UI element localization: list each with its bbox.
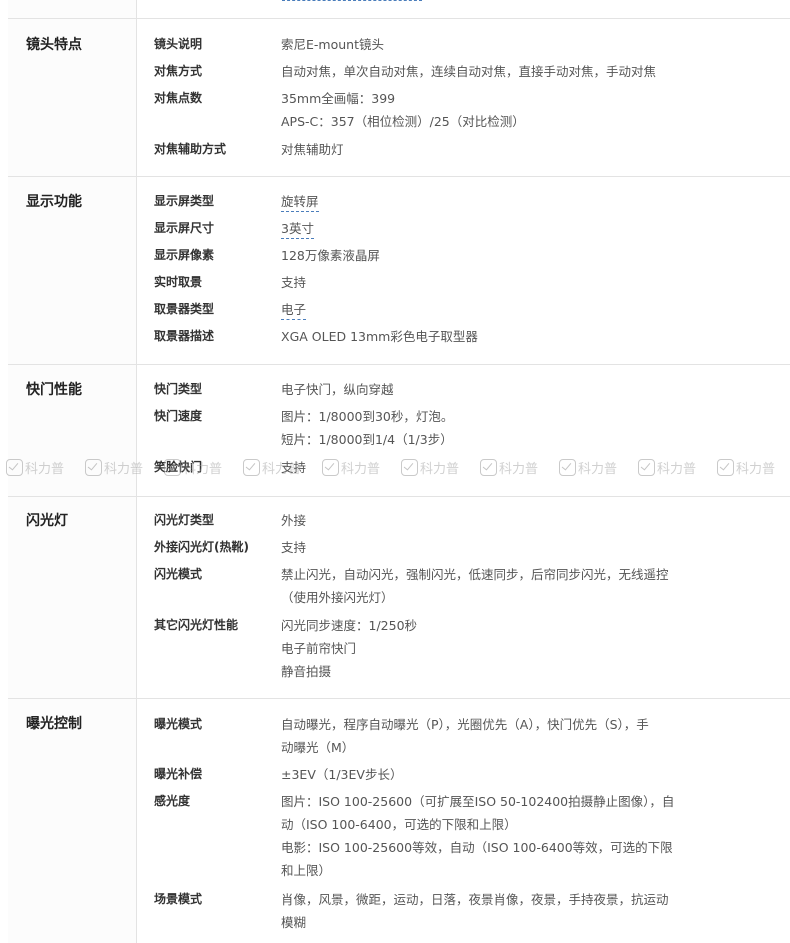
spec-label: 对焦辅助方式 bbox=[154, 142, 227, 156]
section-divider bbox=[8, 176, 790, 177]
spec-value: 禁止闪光，自动闪光，强制闪光，低速同步，后帘同步闪光，无线遥控 （使用外接闪光灯） bbox=[281, 567, 669, 605]
spec-value-link[interactable]: 3英寸 bbox=[281, 219, 314, 239]
section-title: 曝光控制 bbox=[26, 716, 82, 732]
spec-value: 自动曝光，程序自动曝光（P），光圈优先（A），快门优先（S），手 动曝光（M） bbox=[281, 717, 649, 755]
spec-label: 快门速度 bbox=[154, 409, 203, 423]
spec-label: 外接闪光灯(热靴) bbox=[154, 540, 249, 554]
spec-value: 3英寸 bbox=[281, 217, 691, 240]
spec-value: 闪光同步速度：1/250秒 电子前帘快门 静音拍摄 bbox=[281, 618, 418, 679]
spec-label: 显示屏尺寸 bbox=[154, 221, 215, 235]
section-divider bbox=[8, 698, 790, 699]
spec-label: 镜头说明 bbox=[154, 37, 203, 51]
section-title: 快门性能 bbox=[26, 382, 82, 398]
spec-label: 快门类型 bbox=[154, 382, 203, 396]
spec-value-link[interactable]: 旋转屏 bbox=[281, 192, 319, 212]
spec-value: 肖像，风景，微距，运动，日落，夜景肖像，夜景，手持夜景，抗运动 模糊 bbox=[281, 892, 669, 930]
top-link-underline bbox=[282, 0, 422, 1]
spec-label: 对焦点数 bbox=[154, 91, 203, 105]
spec-value: 自动对焦，单次自动对焦，连续自动对焦，直接手动对焦，手动对焦 bbox=[281, 64, 657, 79]
spec-label: 取景器描述 bbox=[154, 329, 215, 343]
spec-label: 其它闪光灯性能 bbox=[154, 618, 239, 632]
spec-label: 对焦方式 bbox=[154, 64, 203, 78]
spec-value: 电子快门，纵向穿越 bbox=[281, 382, 394, 397]
category-column bbox=[8, 0, 136, 943]
spec-value: 旋转屏 bbox=[281, 190, 691, 213]
spec-value: 128万像素液晶屏 bbox=[281, 248, 380, 263]
section-title: 显示功能 bbox=[26, 194, 82, 210]
spec-table: 镜头特点 镜头说明 索尼E-mount镜头 对焦方式 自动对焦，单次自动对焦，连… bbox=[8, 0, 790, 943]
spec-label: 曝光模式 bbox=[154, 717, 203, 731]
section-divider bbox=[8, 18, 790, 19]
spec-value: 外接 bbox=[281, 513, 307, 528]
section-divider bbox=[8, 496, 790, 497]
spec-label: 笑脸快门 bbox=[154, 460, 203, 474]
spec-value: 对焦辅助灯 bbox=[281, 142, 344, 157]
spec-value: 图片：1/8000到30秒，灯泡。 短片：1/8000到1/4（1/3步） bbox=[281, 409, 454, 447]
spec-label: 取景器类型 bbox=[154, 302, 215, 316]
section-title: 闪光灯 bbox=[26, 513, 68, 529]
spec-value: 电子 bbox=[281, 298, 691, 321]
spec-label: 显示屏类型 bbox=[154, 194, 215, 208]
spec-value-link[interactable]: 电子 bbox=[281, 300, 307, 320]
spec-value: 35mm全画幅：399 APS-C：357（相位检测）/25（对比检测） bbox=[281, 91, 525, 129]
spec-label: 实时取景 bbox=[154, 275, 203, 289]
spec-value: 图片：ISO 100-25600（可扩展至ISO 50-102400拍摄静止图像… bbox=[281, 794, 675, 878]
spec-label: 感光度 bbox=[154, 794, 191, 808]
spec-value: 支持 bbox=[281, 540, 307, 555]
spec-value: ±3EV（1/3EV步长） bbox=[281, 767, 403, 782]
section-divider bbox=[8, 364, 790, 365]
spec-value: 支持 bbox=[281, 460, 307, 475]
column-divider bbox=[136, 0, 137, 943]
spec-label: 闪光灯类型 bbox=[154, 513, 215, 527]
spec-label: 显示屏像素 bbox=[154, 248, 215, 262]
spec-value: 索尼E-mount镜头 bbox=[281, 37, 384, 52]
spec-label: 曝光补偿 bbox=[154, 767, 203, 781]
spec-label: 场景模式 bbox=[154, 892, 203, 906]
spec-label: 闪光模式 bbox=[154, 567, 203, 581]
section-title: 镜头特点 bbox=[26, 37, 82, 53]
spec-value: 支持 bbox=[281, 275, 307, 290]
spec-value: XGA OLED 13mm彩色电子取型器 bbox=[281, 329, 478, 344]
